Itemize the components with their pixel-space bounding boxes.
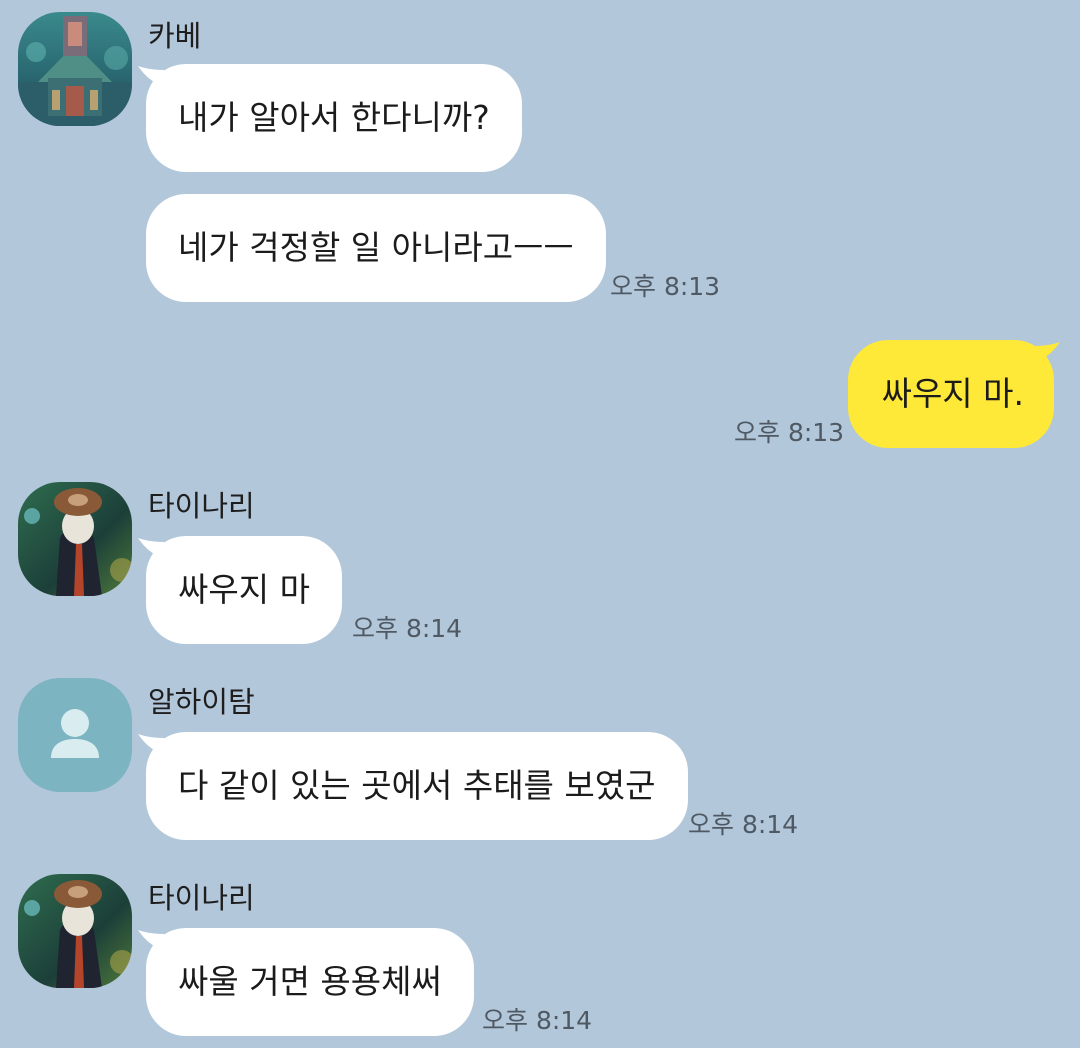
message-text: 내가 알아서 한다니까? bbox=[178, 98, 490, 137]
message-time: 오후 8:14 bbox=[482, 1006, 593, 1035]
tighnari-avatar[interactable] bbox=[18, 874, 132, 988]
message-bubble[interactable]: 싸울 거면 용용체써 bbox=[146, 928, 474, 1036]
building-image-icon bbox=[18, 12, 132, 126]
default-person-icon bbox=[51, 709, 99, 758]
message-bubble[interactable]: 다 같이 있는 곳에서 추태를 보였군 bbox=[146, 732, 688, 840]
message-bubble[interactable]: 네가 걱정할 일 아니라고ㅡㅡ bbox=[146, 194, 606, 302]
message-bubble[interactable]: 내가 알아서 한다니까? bbox=[146, 64, 522, 172]
message-time: 오후 8:14 bbox=[688, 810, 799, 839]
sender-name: 타이나리 bbox=[148, 489, 255, 523]
chat-room[interactable]: 카베 내가 알아서 한다니까? 네가 걱정할 일 아니라고ㅡㅡ 오후 8:13 … bbox=[0, 0, 1080, 1048]
sender-name: 타이나리 bbox=[148, 881, 255, 915]
message-text: 네가 걱정할 일 아니라고ㅡㅡ bbox=[178, 228, 574, 267]
message-time: 오후 8:13 bbox=[734, 418, 845, 447]
my-message-bubble[interactable]: 싸우지 마. bbox=[847, 340, 1054, 448]
message-bubble[interactable]: 싸우지 마 bbox=[146, 536, 342, 644]
message-time: 오후 8:13 bbox=[610, 272, 721, 301]
message-time: 오후 8:14 bbox=[352, 614, 463, 643]
message-text: 싸우지 마. bbox=[881, 374, 1024, 413]
message-text: 싸울 거면 용용체써 bbox=[178, 962, 442, 1001]
alhaitham-avatar[interactable] bbox=[18, 678, 132, 792]
message-text: 다 같이 있는 곳에서 추태를 보였군 bbox=[178, 766, 656, 805]
message-text: 싸우지 마 bbox=[178, 570, 310, 609]
bubble-tail bbox=[1034, 342, 1060, 362]
kaveh-avatar[interactable] bbox=[18, 12, 132, 126]
character-image-icon bbox=[18, 482, 132, 596]
character-image-icon bbox=[18, 874, 132, 988]
sender-name: 카베 bbox=[148, 19, 202, 53]
sender-name: 알하이탐 bbox=[148, 685, 255, 719]
tighnari-avatar[interactable] bbox=[18, 482, 132, 596]
